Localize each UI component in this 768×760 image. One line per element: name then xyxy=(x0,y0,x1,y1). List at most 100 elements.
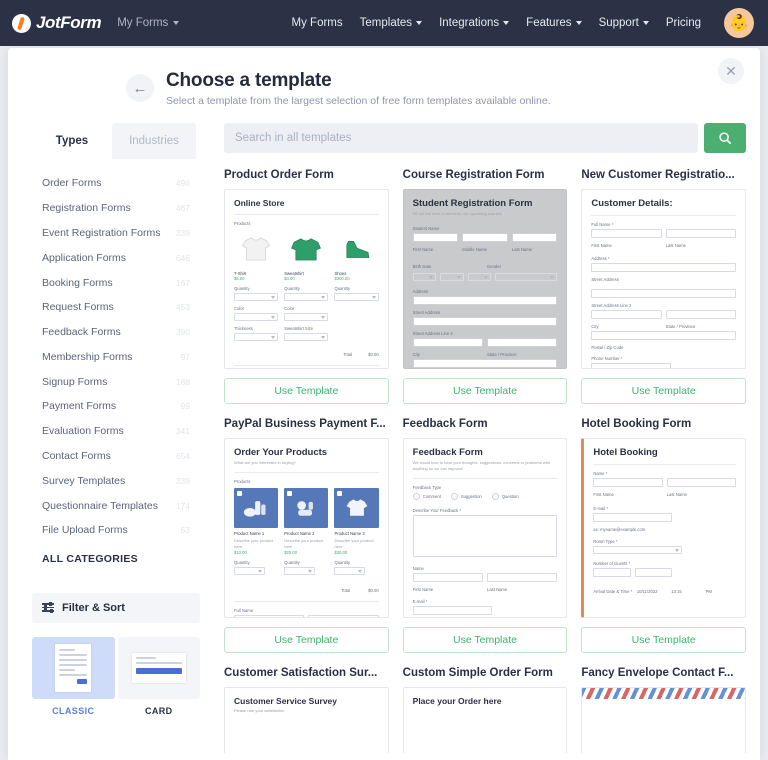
search-row xyxy=(224,123,746,153)
preview-product: Sweatshirt $4.00 Quantity Color Sweatshi… xyxy=(284,230,329,341)
preview-select xyxy=(412,273,437,281)
preview-input xyxy=(591,331,736,340)
template-preview[interactable]: Online Store Products T-Shirt $5.00 Quan… xyxy=(224,189,389,369)
sidebar-item-questionnaire-templates[interactable]: Questionnaire Templates 174 xyxy=(42,493,190,518)
template-card[interactable]: PayPal Business Payment F... Order Your … xyxy=(224,418,389,653)
template-card[interactable]: Custom Simple Order Form Place your Orde… xyxy=(402,667,568,753)
sidebar-item-feedback-forms[interactable]: Feedback Forms 390 xyxy=(42,320,190,345)
shoe-icon xyxy=(334,230,378,268)
template-card[interactable]: New Customer Registratio... Customer Det… xyxy=(581,169,746,404)
sidebar-item-registration-forms[interactable]: Registration Forms 467 xyxy=(42,196,190,221)
preview-heading: Student Registration Form xyxy=(412,198,533,209)
preview-qty-select xyxy=(234,293,279,301)
search-button[interactable] xyxy=(704,123,746,153)
template-card[interactable]: Course Registration Form Student Registr… xyxy=(402,169,568,404)
divider xyxy=(593,464,736,465)
use-template-button[interactable]: Use Template xyxy=(402,627,568,653)
modal-body: Types Industries Order Forms 496 Registra… xyxy=(8,115,760,753)
preview-section-label: Products xyxy=(234,221,251,226)
choose-template-modal: ✕ ← Choose a template Select a template … xyxy=(8,48,760,760)
category-label: Questionnaire Templates xyxy=(42,499,158,512)
template-title: PayPal Business Payment F... xyxy=(224,418,386,430)
nav-link-integrations[interactable]: Integrations xyxy=(439,17,510,29)
template-card[interactable]: Customer Satisfaction Sur... Customer Se… xyxy=(224,667,389,753)
sidebar-item-contact-forms[interactable]: Contact Forms 654 xyxy=(42,444,190,469)
preview-input xyxy=(487,573,558,582)
avatar[interactable]: 👶 xyxy=(724,8,754,38)
view-mode-card[interactable]: CARD xyxy=(117,636,200,716)
preview-input xyxy=(591,289,736,298)
use-template-button[interactable]: Use Template xyxy=(581,627,746,653)
sidebar-item-evaluation-forms[interactable]: Evaluation Forms 341 xyxy=(42,419,190,444)
preview-select xyxy=(593,546,682,554)
template-preview[interactable]: Order Your Products What are you interes… xyxy=(224,438,389,618)
nav-link-features[interactable]: Features xyxy=(526,17,582,29)
close-icon[interactable]: ✕ xyxy=(718,58,744,84)
divider xyxy=(234,472,379,473)
nav-link-support[interactable]: Support xyxy=(599,17,649,29)
jotform-logo[interactable]: JotForm xyxy=(12,13,102,33)
sidebar-item-payment-forms[interactable]: Payment Forms 99 xyxy=(42,394,190,419)
preview-opt1-label: Color xyxy=(284,306,295,311)
view-mode-toggle: CLASSIC CARD xyxy=(32,636,208,716)
template-card[interactable]: Feedback Form Feedback Form We would lov… xyxy=(402,418,568,653)
template-card[interactable]: Product Order Form Online Store Products xyxy=(224,169,389,404)
back-button[interactable]: ← xyxy=(126,74,154,102)
preview-select xyxy=(495,273,558,281)
sidebar-item-membership-forms[interactable]: Membership Forms 97 xyxy=(42,344,190,369)
chevron-down-icon xyxy=(503,21,510,25)
tab-types[interactable]: Types xyxy=(32,123,112,159)
sidebar-item-all-categories[interactable]: ALL CATEGORIES xyxy=(42,543,190,565)
preview-input xyxy=(666,478,737,487)
use-template-button[interactable]: Use Template xyxy=(224,378,389,404)
category-label: Application Forms xyxy=(42,251,127,264)
sidebar-item-survey-templates[interactable]: Survey Templates 339 xyxy=(42,468,190,493)
sidebar-item-order-forms[interactable]: Order Forms 496 xyxy=(42,171,190,196)
template-preview[interactable]: Hotel Booking Name * First Name Last Name… xyxy=(581,438,746,618)
template-card[interactable]: Hotel Booking Form Hotel Booking Name * … xyxy=(581,418,746,653)
preview-hint: Middle Name xyxy=(462,247,487,252)
sidebar-item-signup-forms[interactable]: Signup Forms 188 xyxy=(42,369,190,394)
category-count: 496 xyxy=(175,178,190,189)
template-title: Feedback Form xyxy=(402,418,488,430)
use-template-button[interactable]: Use Template xyxy=(581,378,746,404)
use-template-button[interactable]: Use Template xyxy=(402,378,568,404)
template-card[interactable]: Fancy Envelope Contact F... xyxy=(581,667,746,753)
search-input[interactable] xyxy=(235,132,687,144)
preview-input xyxy=(665,310,737,319)
nav-link-pricing[interactable]: Pricing xyxy=(666,17,701,29)
preview-field-label: Address xyxy=(412,289,429,294)
preview-input xyxy=(593,568,631,577)
nav-link-templates[interactable]: Templates xyxy=(360,17,423,29)
sidebar-item-booking-forms[interactable]: Booking Forms 167 xyxy=(42,270,190,295)
nav-my-forms-dropdown[interactable]: My Forms xyxy=(117,17,180,29)
template-title: Customer Satisfaction Sur... xyxy=(224,667,378,679)
preview-hint: Last Name xyxy=(665,243,686,248)
bottles-icon xyxy=(234,488,279,528)
template-preview[interactable] xyxy=(581,687,746,753)
filter-and-sort-button[interactable]: Filter & Sort xyxy=(32,592,200,623)
templates-main: Product Order Form Online Store Products xyxy=(208,123,760,753)
template-preview[interactable]: Place your Order here xyxy=(402,687,568,753)
template-preview[interactable]: Student Registration Form Fill out the f… xyxy=(402,189,568,369)
preview-field-label: Full Name * xyxy=(591,222,614,227)
template-preview[interactable]: Feedback Form We would love to hear your… xyxy=(402,438,568,618)
close-glyph: ✕ xyxy=(725,63,737,79)
nav-link-my-forms[interactable]: My Forms xyxy=(292,17,343,29)
sidebar-item-application-forms[interactable]: Application Forms 646 xyxy=(42,245,190,270)
preview-input xyxy=(591,363,671,368)
sidebar-item-file-upload-forms[interactable]: File Upload Forms 63 xyxy=(42,518,190,543)
tab-industries[interactable]: Industries xyxy=(112,123,196,159)
category-count: 167 xyxy=(175,277,190,288)
use-template-button[interactable]: Use Template xyxy=(224,627,389,653)
view-mode-classic[interactable]: CLASSIC xyxy=(32,636,115,716)
sidebar-item-request-forms[interactable]: Request Forms 453 xyxy=(42,295,190,320)
template-preview[interactable]: Customer Service Survey Please rate your… xyxy=(224,687,389,753)
sidebar-item-event-registration-forms[interactable]: Event Registration Forms 339 xyxy=(42,221,190,246)
template-preview[interactable]: Customer Details: Full Name * First Name… xyxy=(581,189,746,369)
search-box[interactable] xyxy=(224,123,698,153)
preview-hint: First Name xyxy=(412,587,434,592)
preview-radio-option: Question xyxy=(492,493,519,500)
category-count: 467 xyxy=(175,203,190,214)
preview-qty-select xyxy=(334,293,379,301)
